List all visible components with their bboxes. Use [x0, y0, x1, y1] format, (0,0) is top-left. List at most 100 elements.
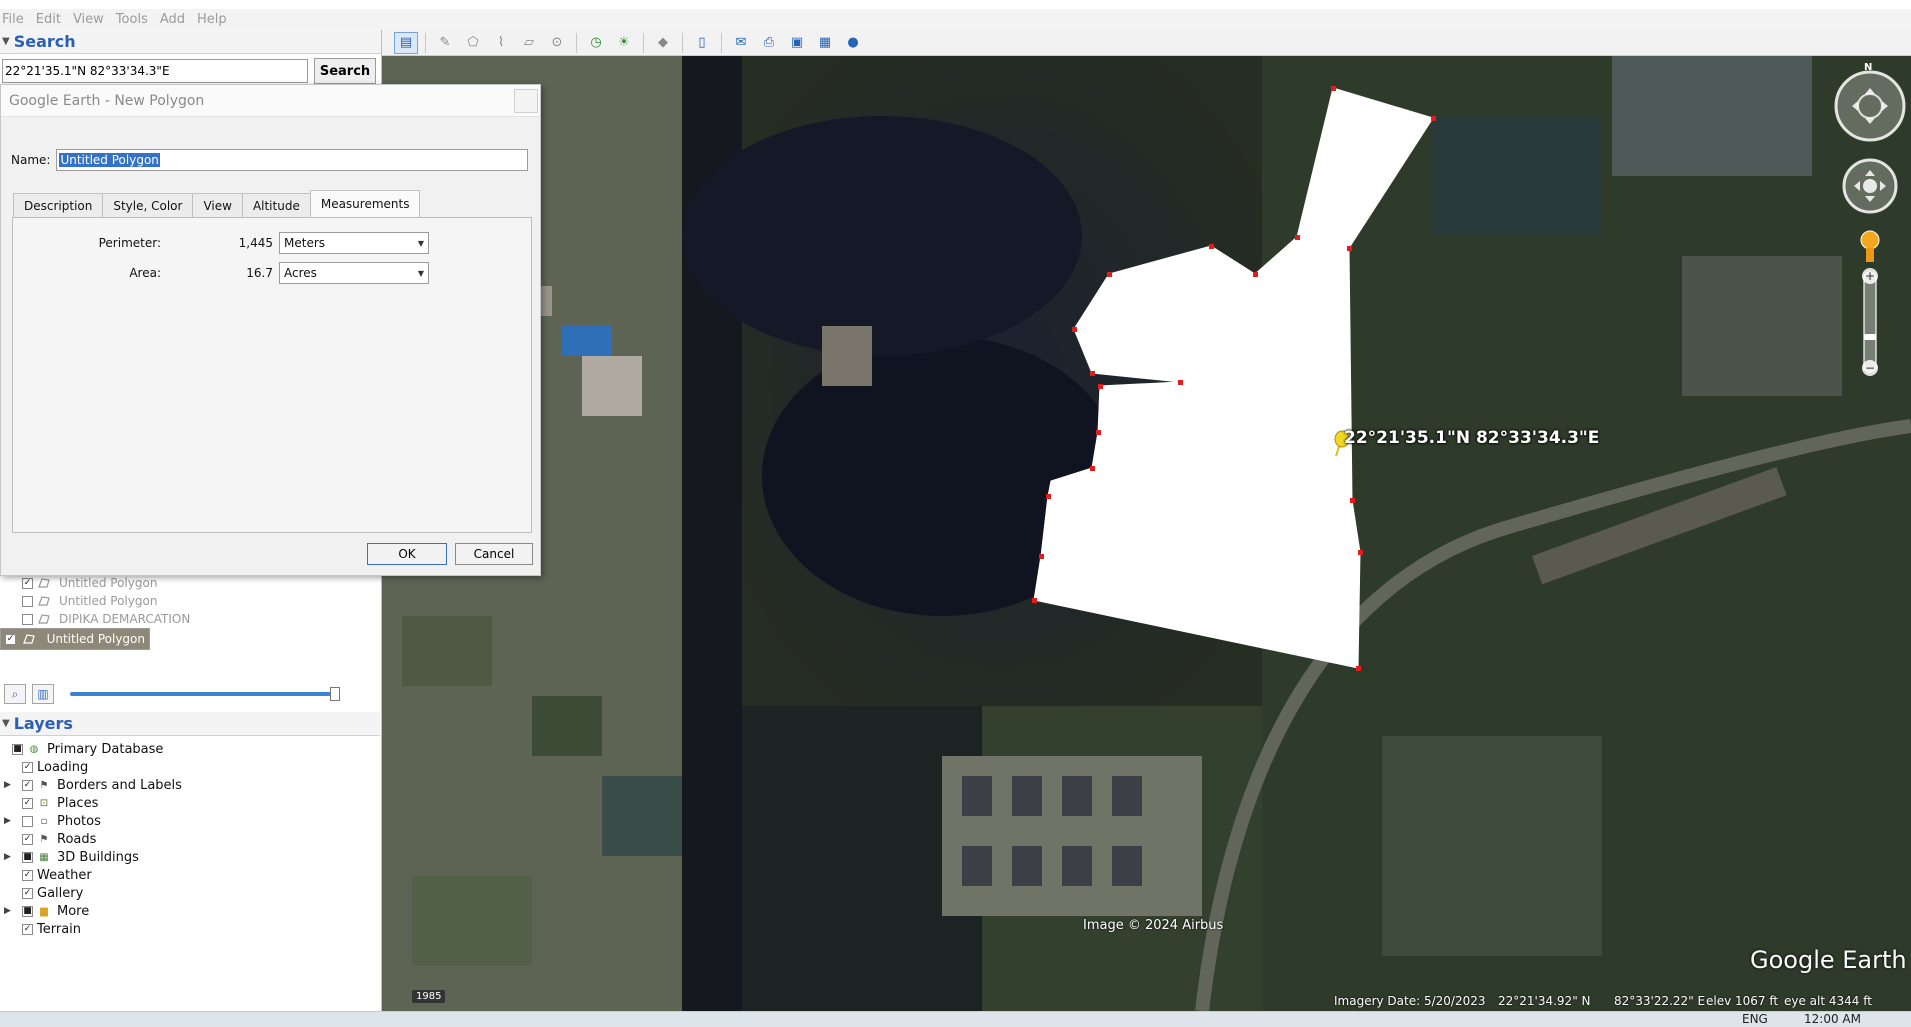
layer-item-borders[interactable]: ▶ ✓ ⚑ Borders and Labels — [0, 776, 380, 794]
search-button[interactable]: Search — [314, 58, 376, 84]
system-clock[interactable]: 12:00 AM — [1804, 1012, 1861, 1026]
add-path-icon[interactable]: ⌇ — [489, 32, 513, 54]
layer-label: Borders and Labels — [57, 777, 182, 793]
expand-arrow-icon[interactable]: ▶ — [4, 906, 11, 916]
layer-item-photos[interactable]: ▶ ▫ Photos — [0, 812, 380, 830]
tab-view[interactable]: View — [192, 193, 243, 217]
checkbox[interactable] — [22, 613, 33, 625]
checkbox[interactable]: ✓ — [5, 633, 16, 645]
menu-view[interactable]: View — [73, 12, 104, 27]
checkbox[interactable]: ✓ — [22, 923, 33, 935]
menu-file[interactable]: File — [2, 12, 24, 27]
places-item[interactable]: Untitled Polygon — [0, 592, 364, 610]
placemark-label[interactable]: 22°21'35.1"N 82°33'34.3"E — [1344, 428, 1599, 448]
name-label: Name: — [11, 153, 51, 167]
add-polygon-icon[interactable]: ⬠ — [461, 32, 485, 54]
panel-toggle-icon[interactable]: ▥ — [32, 684, 54, 704]
checkbox[interactable]: ✓ — [22, 869, 33, 881]
layer-item-terrain[interactable]: ✓ Terrain — [0, 920, 380, 938]
nav-graphic: + − — [1834, 70, 1906, 376]
navigation-controls: + − N — [1830, 62, 1908, 402]
tab-style-color[interactable]: Style, Color — [102, 193, 194, 217]
checkbox[interactable]: ✓ — [22, 761, 33, 773]
historical-imagery-icon[interactable]: ◷ — [584, 32, 608, 54]
checkbox[interactable] — [22, 815, 33, 827]
search-places-icon[interactable]: ⌕ — [4, 684, 26, 704]
compass-north-label: N — [1864, 62, 1873, 73]
search-header-label: Search — [13, 32, 76, 51]
layers-panel-header[interactable]: ▼ Layers — [0, 712, 380, 736]
area-row: Area: 16.7 Acres ▼ — [13, 262, 429, 284]
expand-arrow-icon[interactable]: ▶ — [4, 852, 11, 862]
checkbox[interactable]: ✓ — [22, 833, 33, 845]
toolbar-divider — [425, 32, 426, 53]
checkbox[interactable]: ✓ — [22, 887, 33, 899]
places-item[interactable]: ✓ Untitled Polygon — [0, 574, 364, 592]
search-panel-header[interactable]: ▼ Search — [0, 30, 381, 54]
collapse-triangle-icon: ▼ — [2, 718, 10, 729]
layer-item-primary-database[interactable]: ■ ◍ Primary Database — [0, 740, 380, 758]
view-in-maps-icon[interactable]: ▦ — [813, 32, 837, 54]
opacity-slider[interactable] — [70, 687, 340, 701]
expand-arrow-icon[interactable]: ▶ — [4, 816, 11, 826]
menu-edit[interactable]: Edit — [36, 12, 61, 27]
expand-arrow-icon[interactable]: ▶ — [4, 780, 11, 790]
checkbox[interactable]: ✓ — [22, 797, 33, 809]
sunlight-icon[interactable]: ☀ — [612, 32, 636, 54]
collapse-triangle-icon: ▼ — [2, 36, 10, 47]
checkbox[interactable]: ■ — [22, 905, 33, 917]
cancel-button[interactable]: Cancel — [455, 543, 533, 565]
tab-measurements[interactable]: Measurements — [309, 190, 421, 217]
name-input[interactable]: Untitled Polygon — [56, 149, 529, 171]
places-item-selected[interactable]: ✓ Untitled Polygon — [0, 628, 150, 650]
checkbox[interactable] — [22, 595, 33, 607]
email-icon[interactable]: ✉ — [729, 32, 753, 54]
ruler-icon[interactable]: ▯ — [690, 32, 714, 54]
language-indicator[interactable]: ENG — [1742, 1012, 1768, 1026]
satellite-imagery[interactable] — [382, 56, 1911, 1011]
layer-item-3d-buildings[interactable]: ▶ ■ ▦ 3D Buildings — [0, 848, 380, 866]
checkbox[interactable]: ■ — [12, 743, 23, 755]
places-toolbar: ⌕ ▥ — [0, 682, 380, 706]
checkbox[interactable]: ✓ — [22, 779, 33, 791]
layer-item-roads[interactable]: ✓ ⚑ Roads — [0, 830, 380, 848]
add-overlay-icon[interactable]: ▱ — [517, 32, 541, 54]
menu-tools[interactable]: Tools — [116, 12, 148, 27]
layer-item-gallery[interactable]: ✓ Gallery — [0, 884, 380, 902]
menu-add[interactable]: Add — [160, 12, 185, 27]
close-button[interactable] — [514, 89, 538, 113]
perimeter-unit-select[interactable]: Meters ▼ — [279, 232, 429, 254]
layer-item-places[interactable]: ✓ ⊡ Places — [0, 794, 380, 812]
name-input-value[interactable]: Untitled Polygon — [59, 153, 160, 167]
area-unit-value: Acres — [284, 266, 317, 280]
imagery-copyright: Image © 2024 Airbus — [1083, 918, 1224, 933]
chevron-down-icon: ▼ — [417, 268, 424, 278]
map-view[interactable]: 22°21'35.1"N 82°33'34.3"E Image © 2024 A… — [382, 56, 1911, 1011]
checkbox[interactable]: ✓ — [22, 577, 33, 589]
layer-item-loading[interactable]: ✓ Loading — [0, 758, 380, 776]
add-placemark-icon[interactable]: ✎ — [433, 32, 457, 54]
checkbox[interactable]: ■ — [22, 851, 33, 863]
places-item[interactable]: DIPIKA DEMARCATION — [0, 610, 364, 628]
longitude-readout: 82°33'22.22" E — [1614, 994, 1706, 1008]
record-tour-icon[interactable]: ⊙ — [545, 32, 569, 54]
area-unit-select[interactable]: Acres ▼ — [279, 262, 429, 284]
ok-button[interactable]: OK — [367, 543, 447, 565]
menu-help[interactable]: Help — [197, 12, 227, 27]
save-image-icon[interactable]: ▣ — [785, 32, 809, 54]
tab-description[interactable]: Description — [13, 193, 104, 217]
planet-switch-icon[interactable]: ◆ — [651, 32, 675, 54]
print-icon[interactable]: ⎙ — [757, 32, 781, 54]
layer-label: 3D Buildings — [57, 849, 139, 865]
layer-label: Weather — [37, 867, 92, 883]
layer-item-weather[interactable]: ✓ Weather — [0, 866, 380, 884]
places-icon: ⊡ — [39, 797, 49, 809]
search-input[interactable] — [2, 59, 308, 83]
sidebar-toggle-icon[interactable]: ▤ — [394, 31, 418, 54]
look-joystick-icon — [1834, 70, 1906, 142]
layer-item-more[interactable]: ▶ ■ ▆ More — [0, 902, 380, 920]
earth-globe-icon[interactable]: ● — [841, 32, 865, 54]
tab-altitude[interactable]: Altitude — [241, 193, 311, 217]
database-icon: ◍ — [29, 743, 39, 755]
slider-knob[interactable] — [330, 687, 340, 701]
